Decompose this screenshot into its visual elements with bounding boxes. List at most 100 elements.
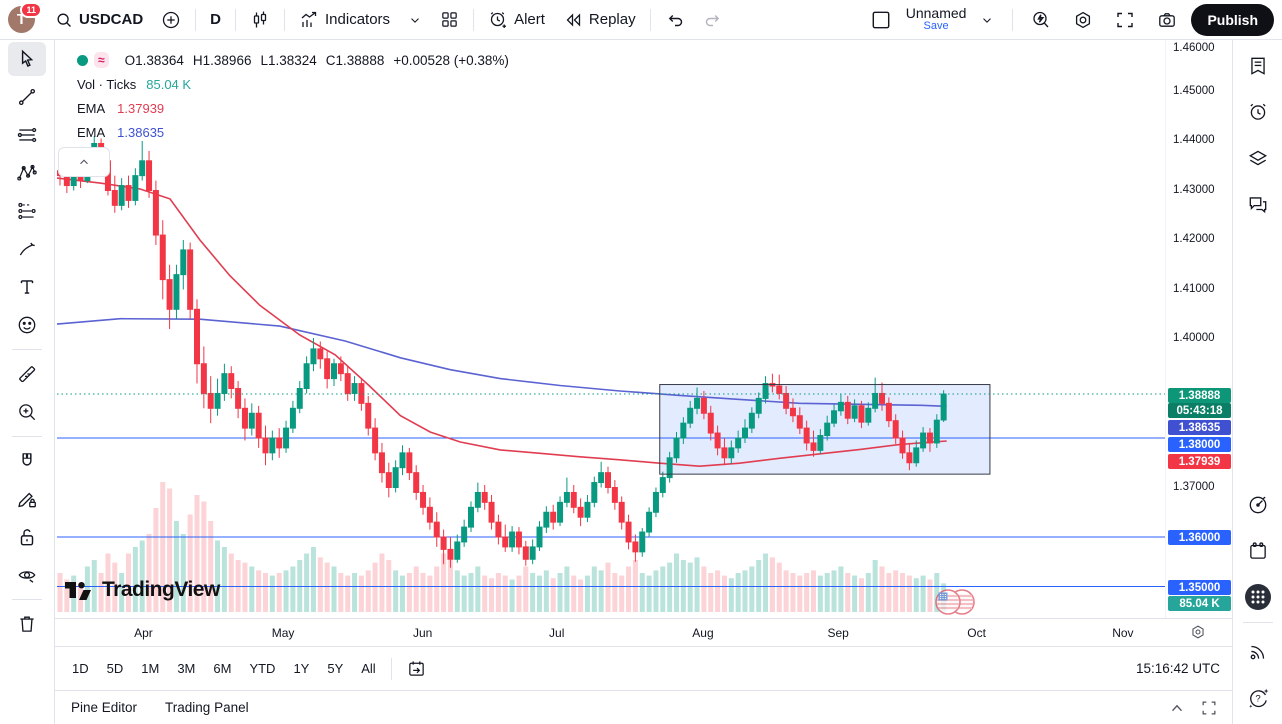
alerts-button[interactable]: [1240, 94, 1276, 130]
object-tree-button[interactable]: [1240, 140, 1276, 176]
magnet-icon: [16, 450, 38, 472]
range-5y[interactable]: 5Y: [320, 657, 350, 680]
range-1d[interactable]: 1D: [65, 657, 96, 680]
trend-line-tool-button[interactable]: [8, 80, 46, 114]
redo-button[interactable]: [695, 5, 731, 35]
range-1y[interactable]: 1Y: [286, 657, 316, 680]
hide-drawings-button[interactable]: [8, 558, 46, 592]
candle-body: [393, 468, 398, 488]
symbol-search-button[interactable]: USDCAD: [47, 6, 151, 34]
candle-body: [681, 423, 686, 438]
legend-ema2-row[interactable]: EMA 1.38635: [65, 120, 509, 144]
legend-collapse-button[interactable]: [58, 147, 110, 177]
volume-bar: [359, 576, 364, 612]
indicator-templates-chevron[interactable]: [400, 8, 430, 32]
axis-settings-gear-icon[interactable]: [1189, 623, 1207, 641]
range-all[interactable]: All: [354, 657, 382, 680]
streams-button[interactable]: [1240, 634, 1276, 670]
watchlist-icon: [1247, 55, 1269, 77]
chart-style-button[interactable]: [242, 5, 278, 35]
text-tool-button[interactable]: [8, 270, 46, 304]
indicator-templates-button[interactable]: [432, 5, 467, 34]
candle-body: [941, 394, 946, 420]
candle-body: [859, 406, 864, 422]
range-3m[interactable]: 3M: [170, 657, 202, 680]
legend-ema1-row[interactable]: EMA 1.37939: [65, 96, 509, 120]
remove-drawings-button[interactable]: [8, 607, 46, 641]
emoji-tool-button[interactable]: [8, 308, 46, 342]
help-sparkle-icon: ?: [1246, 686, 1270, 710]
candle-body: [195, 309, 200, 363]
volume-bar: [475, 567, 480, 613]
range-6m[interactable]: 6M: [206, 657, 238, 680]
session-clock[interactable]: 15:16:42 UTC: [1136, 661, 1232, 676]
candle-body: [722, 448, 727, 458]
fullscreen-button[interactable]: [1107, 5, 1143, 35]
candle-body: [838, 402, 843, 410]
lock-drawings-button[interactable]: [8, 520, 46, 554]
forecast-tool-button[interactable]: [8, 194, 46, 228]
volume-bar: [256, 570, 261, 612]
alert-button[interactable]: Alert: [480, 5, 553, 35]
price-axis[interactable]: 1.460001.450001.440001.430001.420001.410…: [1165, 40, 1232, 618]
undo-button[interactable]: [657, 5, 693, 35]
chart-legend: ≈ O1.38364 H1.38966 L1.38324 C1.38888 +0…: [65, 48, 509, 144]
settings-button[interactable]: [1065, 5, 1101, 35]
cursor-tool-button[interactable]: [8, 42, 46, 76]
measure-tool-button[interactable]: [8, 357, 46, 391]
horizontal-lines-tool-button[interactable]: [8, 118, 46, 152]
brush-tool-button[interactable]: [8, 232, 46, 266]
zoom-in-tool-button[interactable]: [8, 395, 46, 429]
volume-bar: [133, 547, 138, 612]
user-avatar[interactable]: T 11: [8, 6, 35, 33]
interval-button[interactable]: D: [202, 6, 229, 33]
candle-body: [284, 428, 289, 448]
volume-bar: [777, 563, 782, 612]
pine-editor-tab[interactable]: Pine Editor: [59, 694, 149, 721]
chat-button[interactable]: [1240, 186, 1276, 222]
replay-button[interactable]: Replay: [555, 5, 644, 35]
help-button[interactable]: ?: [1240, 680, 1276, 716]
apps-grid-icon: [1243, 582, 1273, 612]
candle-body: [359, 384, 364, 404]
quick-search-button[interactable]: [1023, 5, 1059, 35]
layout-select-button[interactable]: [862, 4, 900, 36]
volume-bar: [845, 573, 850, 612]
candle-body: [140, 161, 145, 176]
range-5d[interactable]: 5D: [100, 657, 131, 680]
volume-bar: [119, 573, 124, 612]
volume-bar: [701, 567, 706, 613]
trading-panel-tab[interactable]: Trading Panel: [153, 694, 261, 721]
volume-bar: [78, 583, 83, 612]
time-axis[interactable]: AprMayJunJulAugSepOctNov: [55, 618, 1232, 646]
watchlist-button[interactable]: [1240, 48, 1276, 84]
apps-menu-button[interactable]: [1240, 579, 1276, 615]
drawing-mode-button[interactable]: [8, 482, 46, 516]
price-tick-label: 1.40000: [1166, 332, 1228, 344]
compare-add-symbol-button[interactable]: [153, 5, 189, 35]
maximize-panel-icon[interactable]: [1200, 699, 1218, 717]
layout-menu-chevron[interactable]: [972, 8, 1002, 32]
delayed-data-chip[interactable]: ≈: [94, 52, 109, 68]
market-open-dot-icon[interactable]: [77, 55, 88, 66]
candle-body: [126, 186, 131, 201]
go-to-date-button[interactable]: [400, 655, 433, 682]
layout-name-button[interactable]: Unnamed Save: [906, 6, 967, 32]
time-tick-label: Jul: [549, 626, 564, 640]
indicators-button[interactable]: Indicators: [291, 5, 398, 35]
candle-body: [907, 453, 912, 463]
volume-bar: [558, 573, 563, 612]
pattern-tool-button[interactable]: [8, 156, 46, 190]
publish-button[interactable]: Publish: [1191, 4, 1274, 36]
screenshot-button[interactable]: [1149, 5, 1185, 35]
range-ytd[interactable]: YTD: [242, 657, 282, 680]
expand-panel-chevron-icon[interactable]: [1168, 699, 1186, 717]
calendar-button[interactable]: [1240, 533, 1276, 569]
chart-area: ≈ O1.38364 H1.38966 L1.38324 C1.38888 +0…: [55, 40, 1232, 724]
candle-body: [318, 349, 323, 359]
range-1m[interactable]: 1M: [134, 657, 166, 680]
magnet-mode-button[interactable]: [8, 444, 46, 478]
legend-volume-row[interactable]: Vol · Ticks 85.04 K: [65, 72, 509, 96]
camera-icon: [1157, 10, 1177, 30]
market-overview-button[interactable]: [1240, 487, 1276, 523]
